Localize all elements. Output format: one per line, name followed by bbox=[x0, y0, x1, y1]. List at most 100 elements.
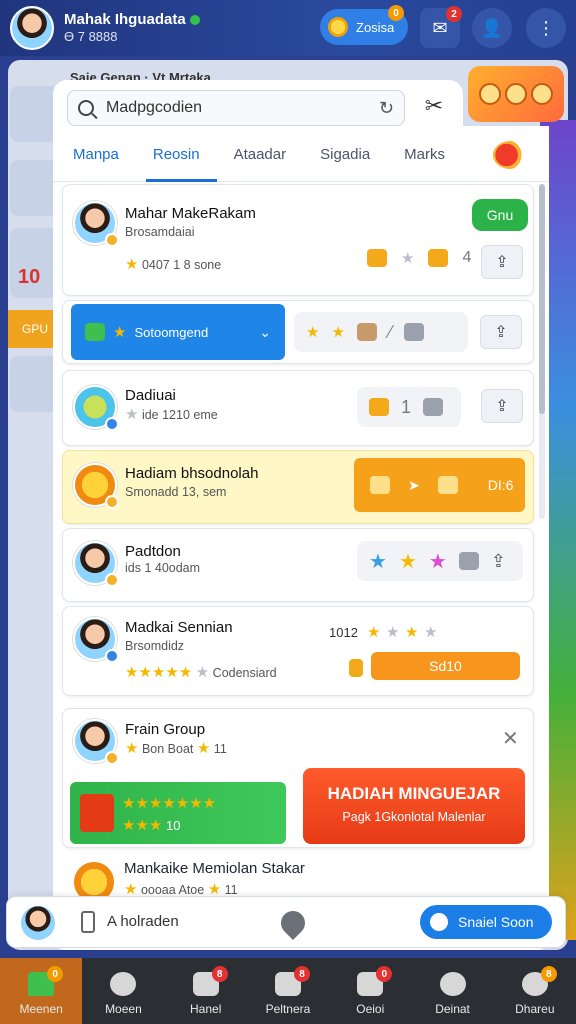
list-item[interactable]: Padtdon ids 1 40odam ★ ★ ★ ⇪ bbox=[62, 528, 534, 602]
nav-label: Meenen bbox=[19, 1002, 63, 1016]
search-input[interactable]: Madpgcodien ↻ bbox=[67, 90, 405, 126]
inbox-button[interactable]: ✉ 2 bbox=[420, 6, 462, 48]
avatar bbox=[73, 385, 119, 431]
background-number: 10 bbox=[18, 266, 41, 288]
tab-reosin[interactable]: Reosin bbox=[136, 132, 217, 182]
chevron-down-icon: ⌄ bbox=[259, 323, 271, 340]
item-rewards: ★ ★ ★ ⇪ bbox=[357, 541, 523, 581]
tab-manpa[interactable]: Manpa bbox=[53, 132, 136, 182]
search-value: Madpgcodien bbox=[106, 99, 203, 116]
logo-icon[interactable] bbox=[493, 141, 527, 169]
list-item[interactable]: Dadiuai ★ ide 1210 eme 1 ⇪ bbox=[62, 370, 534, 446]
share-button[interactable]: ⇪ bbox=[481, 389, 523, 423]
claim-button[interactable]: ➤ DI:6 bbox=[354, 458, 525, 512]
trash-icon bbox=[437, 476, 458, 494]
treasure-icon bbox=[367, 249, 387, 267]
item-subtitle: Smonadd 13, sem bbox=[125, 485, 227, 499]
avatar bbox=[73, 463, 119, 509]
play-button[interactable]: Sd10 bbox=[371, 652, 520, 680]
scrollbar-thumb[interactable] bbox=[539, 184, 545, 414]
share-button[interactable]: ⇪ bbox=[481, 245, 523, 279]
item-meta: ★ oooaa Atoe ★ 11 bbox=[124, 881, 238, 896]
item-meta: ★ ide 1210 eme bbox=[125, 406, 218, 423]
item-subtitle: Brosamdaiai bbox=[125, 225, 195, 239]
search-icon bbox=[78, 100, 94, 116]
promo-characters-image[interactable] bbox=[468, 66, 564, 122]
weekly-reward-card[interactable]: ★★★★★★★ ★★★ 10 bbox=[70, 782, 286, 844]
send-button[interactable]: Snaiel Soon bbox=[420, 905, 552, 939]
account-button[interactable]: 👤 bbox=[472, 8, 512, 48]
star-icon: ★ bbox=[401, 250, 415, 267]
share-icon: ⇪ bbox=[495, 398, 509, 415]
item-name: Madkai Sennian bbox=[125, 619, 233, 636]
nav-home[interactable]: 0 Meenen bbox=[0, 958, 83, 1024]
nav-channel[interactable]: 8 Hanel bbox=[165, 958, 247, 1024]
arrow-icon: ➤ bbox=[408, 476, 420, 493]
background-card bbox=[10, 86, 58, 142]
coin-balance-button[interactable]: Zosisa 0 bbox=[320, 5, 408, 45]
nav-share[interactable]: 8 Dhareu bbox=[494, 958, 576, 1024]
coin-icon bbox=[328, 17, 348, 37]
tools-icon[interactable]: ✂ bbox=[420, 92, 448, 120]
item-rewards: 1 bbox=[357, 387, 461, 427]
weekly-prize-button[interactable]: HADIAH MINGUEJAR Pagk 1Gkonlotal Malenla… bbox=[303, 768, 525, 844]
share-icon: ⇪ bbox=[495, 254, 509, 271]
treasure-icon bbox=[428, 249, 449, 267]
list-item[interactable]: Mahar MakeRakam Brosamdaiai ★ 0407 1 8 s… bbox=[62, 184, 534, 296]
star-icon: ★ bbox=[428, 550, 447, 573]
nav-search[interactable]: Moeen bbox=[82, 958, 164, 1024]
send-button-label: Snaiel Soon bbox=[458, 914, 534, 930]
trash-icon bbox=[458, 552, 479, 570]
list-item[interactable]: Madkai Sennian Brsomdidz ★★★★★ ★ Codensi… bbox=[62, 606, 534, 696]
tab-sigadia[interactable]: Sigadia bbox=[303, 132, 387, 182]
profile-avatar[interactable] bbox=[10, 6, 54, 50]
item-name: Mahar MakeRakam bbox=[125, 205, 256, 222]
category-select-value: Sotoomgend bbox=[134, 324, 209, 340]
coin-stack-icon bbox=[369, 398, 389, 416]
inbox-badge: 2 bbox=[446, 6, 462, 22]
background-card bbox=[10, 356, 58, 412]
item-name: Hadiam bhsodnolah bbox=[125, 465, 259, 482]
item-name: Dadiuai bbox=[125, 387, 176, 404]
coin-badge: 0 bbox=[388, 5, 404, 21]
nav-label: Dhareu bbox=[515, 1002, 555, 1016]
nav-profile[interactable]: Deinat bbox=[411, 958, 493, 1024]
item-name: Padtdon bbox=[125, 543, 181, 560]
nav-tasks[interactable]: 8 Peltnera bbox=[247, 958, 329, 1024]
nav-label: Deinat bbox=[435, 1002, 470, 1016]
shield-icon[interactable] bbox=[276, 906, 310, 940]
star-icon: ★ bbox=[125, 406, 139, 423]
star-icon: ★ bbox=[306, 324, 320, 341]
close-icon[interactable]: ✕ bbox=[502, 726, 519, 751]
join-button[interactable]: Gnu bbox=[472, 199, 528, 231]
share-icon: ⇪ bbox=[494, 324, 508, 341]
avatar bbox=[72, 860, 116, 896]
nav-label: Moeen bbox=[105, 1002, 142, 1016]
tab-ataadar[interactable]: Ataadar bbox=[217, 132, 304, 182]
refresh-icon[interactable]: ↻ bbox=[379, 98, 394, 119]
user-icon: 👤 bbox=[480, 17, 504, 38]
share-button[interactable]: ⇪ bbox=[480, 315, 522, 349]
top-app-bar: Mahak Ihguadata Ө 7 8888 Zosisa 0 ✉ 2 👤 … bbox=[0, 0, 576, 56]
more-menu-button[interactable]: ⋮ bbox=[526, 8, 566, 48]
list-item[interactable]: Mankaike Memiolan Stakar ★ oooaa Atoe ★ … bbox=[62, 852, 534, 896]
star-icon: ★ bbox=[331, 324, 345, 341]
item-rewards: ★ 4 bbox=[367, 249, 471, 267]
nav-badge: 8 bbox=[211, 966, 228, 982]
treasure-icon bbox=[356, 323, 377, 341]
weekly-prize-subtitle: Pagk 1Gkonlotal Malenlar bbox=[342, 810, 486, 824]
category-select[interactable]: ★ Sotoomgend ⌄ bbox=[71, 304, 285, 360]
nav-games[interactable]: 0 Oeioi bbox=[329, 958, 411, 1024]
scrollbar[interactable] bbox=[539, 184, 545, 519]
message-input[interactable]: A holraden bbox=[107, 913, 179, 930]
star-icon: ★ bbox=[369, 550, 387, 573]
reward-count: ★★★ 10 bbox=[122, 817, 181, 834]
tab-marks[interactable]: Marks bbox=[387, 132, 462, 182]
background-card bbox=[10, 160, 58, 216]
share-icon: ⇪ bbox=[490, 550, 506, 571]
inbox-icon: ✉ bbox=[432, 17, 448, 38]
item-subtitle: ids 1 40odam bbox=[125, 561, 201, 575]
avatar bbox=[73, 541, 119, 587]
trophy-icon bbox=[349, 659, 363, 677]
fries-icon bbox=[80, 794, 114, 832]
